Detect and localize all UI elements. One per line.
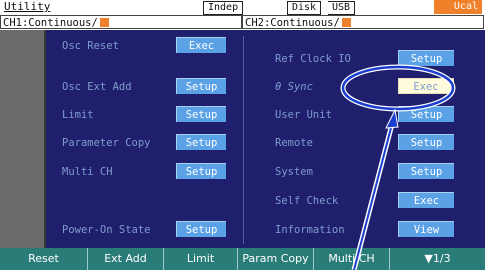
softkey-reset[interactable]: Reset: [0, 248, 88, 270]
softkey-limit[interactable]: Limit: [164, 248, 238, 270]
self-check-exec-button[interactable]: Exec: [398, 192, 454, 208]
multi-ch-setup-button[interactable]: Setup: [176, 163, 226, 179]
menu-label: User Unit: [275, 109, 332, 121]
osc-reset-exec-button[interactable]: Exec: [176, 37, 226, 53]
menu-label: System: [275, 166, 313, 178]
header-bar: Utility Indep Disk USB Ucal CH1:Continuo…: [0, 0, 485, 30]
menu-row-limit: Limit Setup: [46, 106, 243, 124]
menu-label: Osc Ext Add: [62, 81, 132, 93]
osc-ext-add-setup-button[interactable]: Setup: [176, 78, 226, 94]
cal-badge: Ucal: [434, 0, 482, 14]
ch2-output-square-icon: [341, 18, 351, 27]
menu-row-self-check: Self Check Exec: [258, 192, 478, 210]
menu-row-remote: Remote Setup: [258, 134, 478, 152]
softkey-param-copy[interactable]: Param Copy: [238, 248, 314, 270]
menu-label: Ref Clock IO: [275, 53, 351, 65]
softkey-ext-add[interactable]: Ext Add: [88, 248, 164, 270]
system-setup-button[interactable]: Setup: [398, 163, 454, 179]
menu-label: Limit: [62, 109, 94, 121]
left-sidebar: [0, 30, 46, 248]
ref-clock-io-setup-button[interactable]: Setup: [398, 50, 454, 66]
menu-row-osc-ext-add: Osc Ext Add Setup: [46, 78, 243, 96]
user-unit-setup-button[interactable]: Setup: [398, 106, 454, 122]
usb-indicator: USB: [328, 1, 356, 15]
menu-label: Information: [275, 224, 345, 236]
ch2-status-text: CH2:Continuous/: [245, 17, 340, 29]
information-view-button[interactable]: View: [398, 221, 454, 237]
ch1-status: CH1:Continuous/: [0, 15, 242, 29]
menu-label: Power-On State: [62, 224, 151, 236]
utility-menu-panel: Osc Reset Exec Osc Ext Add Setup Limit S…: [46, 30, 485, 248]
ch1-status-text: CH1:Continuous/: [3, 17, 98, 29]
menu-label: θ Sync: [275, 81, 313, 93]
utility-screen: Utility Indep Disk USB Ucal CH1:Continuo…: [0, 0, 485, 270]
menu-row-ref-clock-io: Ref Clock IO Setup: [258, 50, 478, 68]
menu-row-system: System Setup: [258, 163, 478, 181]
menu-row-osc-reset: Osc Reset Exec: [46, 37, 243, 55]
theta-sync-exec-button[interactable]: Exec: [398, 78, 454, 94]
power-on-state-setup-button[interactable]: Setup: [176, 221, 226, 237]
mode-indicator: Indep: [203, 1, 244, 15]
menu-label: Multi CH: [62, 166, 113, 178]
menu-row-power-on-state: Power-On State Setup: [46, 221, 243, 239]
limit-setup-button[interactable]: Setup: [176, 106, 226, 122]
ch2-status: CH2:Continuous/: [242, 15, 484, 29]
column-divider: [243, 36, 244, 244]
menu-label: Remote: [275, 137, 313, 149]
ch1-output-square-icon: [99, 18, 109, 27]
screen-title: Utility: [4, 0, 51, 13]
menu-row-theta-sync: θ Sync Exec: [258, 78, 478, 96]
softkey-bar: Reset Ext Add Limit Param Copy Multi CH …: [0, 248, 485, 270]
parameter-copy-setup-button[interactable]: Setup: [176, 134, 226, 150]
menu-label: Self Check: [275, 195, 339, 207]
menu-row-information: Information View: [258, 221, 478, 239]
menu-label: Parameter Copy: [62, 137, 151, 149]
softkey-next-page[interactable]: ▼1/3: [390, 248, 485, 270]
menu-label: Osc Reset: [62, 40, 119, 52]
menu-row-user-unit: User Unit Setup: [258, 106, 478, 124]
remote-setup-button[interactable]: Setup: [398, 134, 454, 150]
softkey-multi-ch[interactable]: Multi CH: [314, 248, 390, 270]
menu-row-parameter-copy: Parameter Copy Setup: [46, 134, 243, 152]
disk-indicator: Disk: [287, 1, 322, 15]
menu-row-multi-ch: Multi CH Setup: [46, 163, 243, 181]
